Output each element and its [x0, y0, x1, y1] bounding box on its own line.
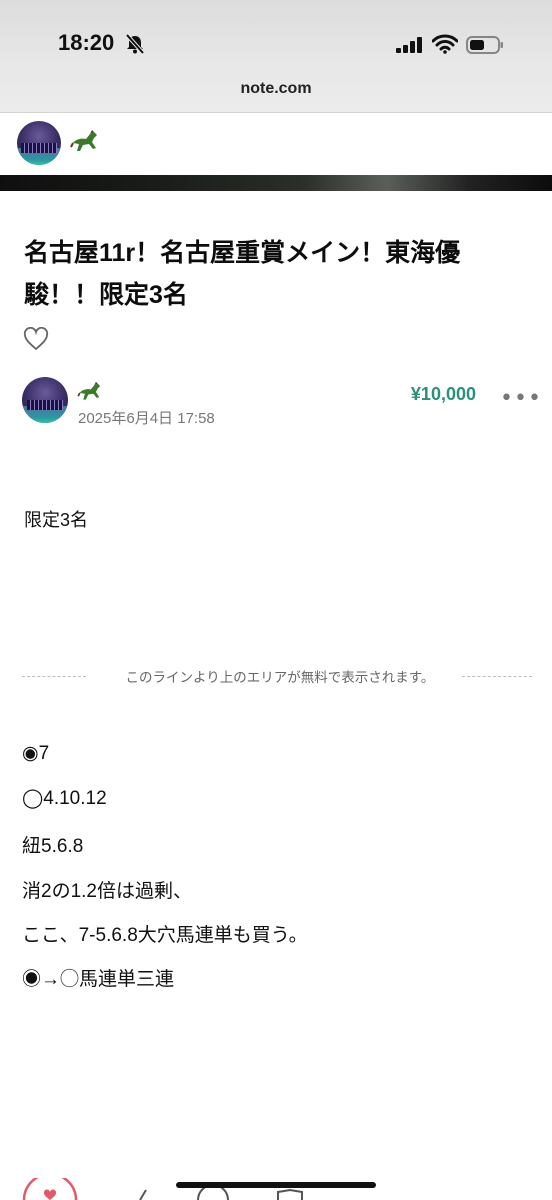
paywall-notice: このラインより上のエリアが無料で表示されます。: [125, 670, 435, 685]
share-icon[interactable]: [138, 1188, 152, 1200]
more-options-icon[interactable]: •••: [500, 386, 542, 411]
url-bar[interactable]: note.com: [0, 80, 552, 98]
heart-outline-icon[interactable]: [23, 327, 49, 351]
free-text: 限定3名: [24, 510, 89, 530]
publish-date: 2025年6月4日 17:58: [78, 410, 215, 427]
article-title: 名古屋11r！名古屋重賞メイン！東海優駿！！限定3名: [24, 239, 461, 309]
content-line: ◉→◯馬連単三連: [22, 969, 175, 990]
content-line: 紐5.6.8: [22, 836, 84, 857]
status-time: 18:20: [58, 30, 115, 55]
content-line: ◉7: [22, 743, 50, 764]
content-line: 消2の1.2倍は過剰、: [22, 881, 192, 902]
creator-avatar[interactable]: [17, 121, 61, 165]
wifi-icon: [432, 34, 458, 54]
like-button-icon[interactable]: [22, 1178, 78, 1200]
author-avatar[interactable]: [22, 377, 68, 423]
paywall-divider: このラインより上のエリアが無料で表示されます。: [22, 666, 532, 688]
creator-header: [0, 113, 552, 175]
content-line: ここ、7-5.6.8大穴馬連単も買う。: [22, 925, 308, 946]
horse-icon[interactable]: [70, 129, 100, 155]
status-bar: 18:20 note.com: [0, 0, 552, 113]
price-label[interactable]: ¥10,000: [370, 384, 476, 405]
bookmark-icon[interactable]: [276, 1188, 304, 1200]
header-image: [0, 175, 552, 191]
content-line: ◯4.10.12: [22, 788, 107, 809]
bell-muted-icon: [125, 34, 145, 54]
battery-icon: [466, 36, 503, 54]
cellular-signal-icon: [396, 37, 422, 53]
home-indicator: [176, 1182, 376, 1188]
horse-icon[interactable]: [77, 381, 103, 403]
